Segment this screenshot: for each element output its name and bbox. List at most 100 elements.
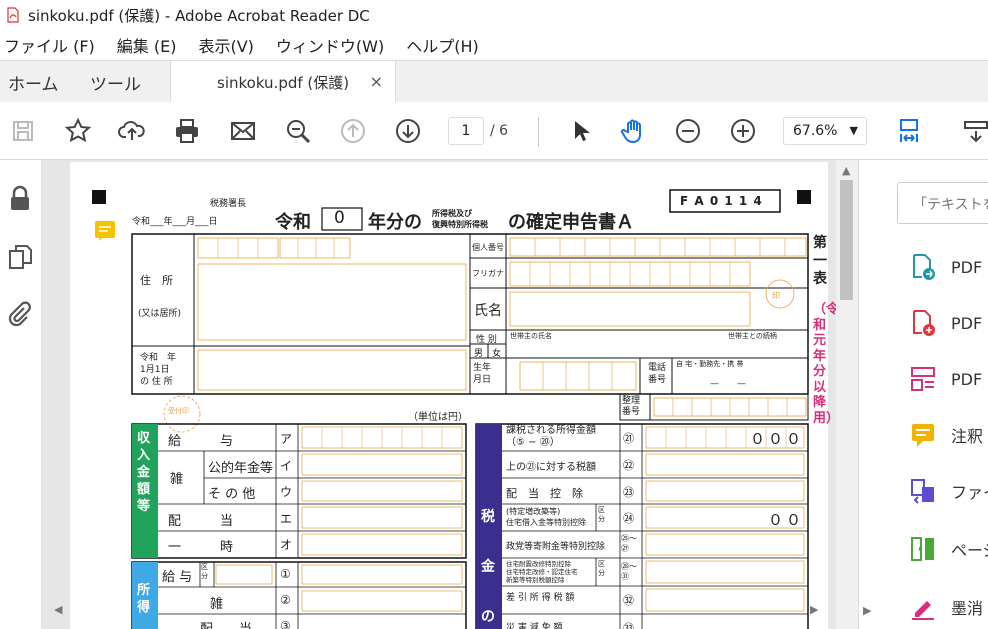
cloud-upload-icon[interactable] (117, 116, 147, 146)
shotoku-section-label: 所得 (137, 583, 151, 615)
income-dividend-label: 配 当 (168, 514, 234, 529)
tab-home[interactable]: ホーム (8, 61, 59, 103)
tool-organize-pages[interactable]: ページ (909, 534, 988, 564)
more-tools-icon[interactable] (960, 116, 988, 146)
select-cursor-icon[interactable] (566, 116, 596, 146)
zoom-in-icon[interactable] (728, 116, 758, 146)
document-view[interactable]: 税務署長 令和___年___月___日 令和 0 年分の 所得税及び 復興特別所… (42, 160, 858, 629)
sex-label: 性 別 (476, 335, 497, 345)
mark-21: ㉑ (623, 432, 634, 445)
scroll-right-arrow[interactable]: ▶ (810, 603, 818, 616)
tab-document-label: sinkoku.pdf (保護) (217, 73, 350, 92)
tax-row-33-label: 災 害 減 免 額 (506, 623, 563, 629)
window-title: sinkoku.pdf (保護) - Adobe Acrobat Reader … (28, 6, 370, 25)
scrollbar-thumb[interactable] (840, 180, 853, 300)
redact-icon (912, 601, 934, 620)
receipt-stamp: 受付印 (168, 407, 189, 415)
fit-page-icon[interactable] (894, 116, 924, 146)
print-icon[interactable] (172, 116, 202, 146)
mark-o: オ (280, 538, 293, 552)
tool-edit-pdf[interactable]: PDF (909, 364, 982, 394)
next-page-icon[interactable] (393, 116, 423, 146)
phone-label: 電話 番号 (648, 363, 667, 385)
zoom-level-select[interactable]: 67.6% ▼ (783, 117, 867, 145)
tab-document[interactable]: sinkoku.pdf (保護) × (170, 61, 396, 103)
tax-form-drawing (92, 189, 811, 629)
phone-dash: — — (710, 379, 747, 389)
date-line: 令和___年___月___日 (132, 217, 218, 227)
menu-view[interactable]: 表示(V) (198, 33, 253, 57)
ku-label: 区 分 (201, 563, 208, 580)
mark-32: ㉜ (623, 594, 634, 607)
tools-search-input[interactable]: 「テキストを (897, 182, 988, 224)
title-year: 0 (334, 208, 345, 228)
tab-bar: ホーム ツール sinkoku.pdf (保護) × (0, 60, 988, 103)
tab-tools[interactable]: ツール (90, 61, 141, 103)
sticky-note-icon[interactable] (94, 220, 116, 242)
tax-office-head: 税務署長 (210, 199, 247, 209)
tool-redact[interactable]: 墨消 (909, 592, 983, 622)
toolbar-divider (538, 117, 539, 147)
hand-tool-icon[interactable] (619, 116, 649, 146)
menu-window[interactable]: ウィンドウ(W) (276, 33, 384, 57)
menu-edit[interactable]: 編集 (E) (117, 33, 177, 57)
ku-label-28: 区 分 (598, 560, 605, 577)
income-pension-label: 公的年金等 (208, 461, 274, 476)
title-end: の確定申告書Ａ (508, 212, 634, 233)
zoom-level-value: 67.6% (793, 123, 838, 139)
mark-i: イ (280, 459, 293, 473)
save-icon[interactable] (8, 116, 38, 146)
tool-export-pdf-label: PDF (951, 257, 983, 277)
email-icon[interactable] (228, 116, 258, 146)
income-other-label: そ の 他 (208, 487, 256, 502)
mark-33: ㉝ (623, 622, 634, 629)
scroll-up-arrow[interactable]: ▲ (842, 164, 850, 177)
close-tab-icon[interactable]: × (370, 72, 383, 91)
edit-pdf-icon (911, 367, 935, 391)
tool-combine-files-label: ファイ (951, 483, 988, 502)
page-number-input[interactable]: 1 (448, 117, 484, 145)
phone-sub: 自 宅・勤務先・携 帯 (676, 360, 744, 368)
previous-page-icon[interactable] (338, 116, 368, 146)
lock-icon[interactable] (6, 184, 34, 212)
female-option[interactable]: 女 (492, 346, 501, 359)
tax-row-22-label: 上の㉑に対する税額 (506, 462, 596, 473)
zoom-search-icon[interactable] (283, 116, 313, 146)
tool-create-pdf[interactable]: PDF (909, 308, 982, 338)
pages-thumbnail-icon[interactable] (6, 243, 34, 271)
birth-label: 生年 月日 (473, 363, 492, 385)
income-misc-label: 雑 (170, 472, 184, 487)
title-small-2: 復興特別所得税 (432, 220, 488, 229)
export-pdf-icon (913, 254, 935, 280)
tool-combine-files[interactable]: ファイ (909, 476, 988, 506)
male-option[interactable]: 男 (474, 346, 483, 359)
scroll-left-arrow[interactable]: ◀ (54, 603, 62, 616)
mark-3: ③ (280, 619, 291, 629)
side-note: （令和元年分以降用） (813, 302, 840, 426)
zoom-out-icon[interactable] (673, 116, 703, 146)
pdf-page: 税務署長 令和___年___月___日 令和 0 年分の 所得税及び 復興特別所… (70, 162, 840, 629)
organize-pages-icon (911, 537, 934, 561)
household-head-label: 世帯主の氏名 (510, 332, 552, 340)
mark-22: ㉒ (623, 459, 634, 472)
tool-redact-label: 墨消 (951, 599, 984, 618)
mark-a: ア (280, 432, 293, 446)
mark-2: ② (280, 593, 291, 607)
tax-section-label: 税金の (481, 509, 495, 625)
tax-24-value[interactable]: ００ (768, 509, 804, 530)
menu-help[interactable]: ヘルプ(H) (406, 33, 479, 57)
combine-files-icon (911, 479, 934, 504)
expand-panel-arrow[interactable]: ▶ (863, 604, 871, 617)
furigana-label: フリガナ (472, 269, 504, 278)
title-reiwa: 令和 (275, 212, 311, 233)
attachment-icon[interactable] (6, 300, 34, 328)
tool-export-pdf[interactable]: PDF (909, 252, 982, 282)
tool-comment[interactable]: 注釈 (909, 420, 983, 450)
vertical-scrollbar[interactable]: ▲ (836, 160, 858, 629)
menu-file[interactable]: ファイル (F) (4, 33, 95, 57)
shotoku-salary-label: 給 与 (162, 570, 193, 585)
form-code: F A 0 1 1 4 (680, 194, 763, 208)
bookmark-star-icon[interactable] (63, 116, 93, 146)
mynumber-label: 個人番号 (472, 243, 504, 252)
tax-21-value[interactable]: ０００ (750, 428, 804, 449)
